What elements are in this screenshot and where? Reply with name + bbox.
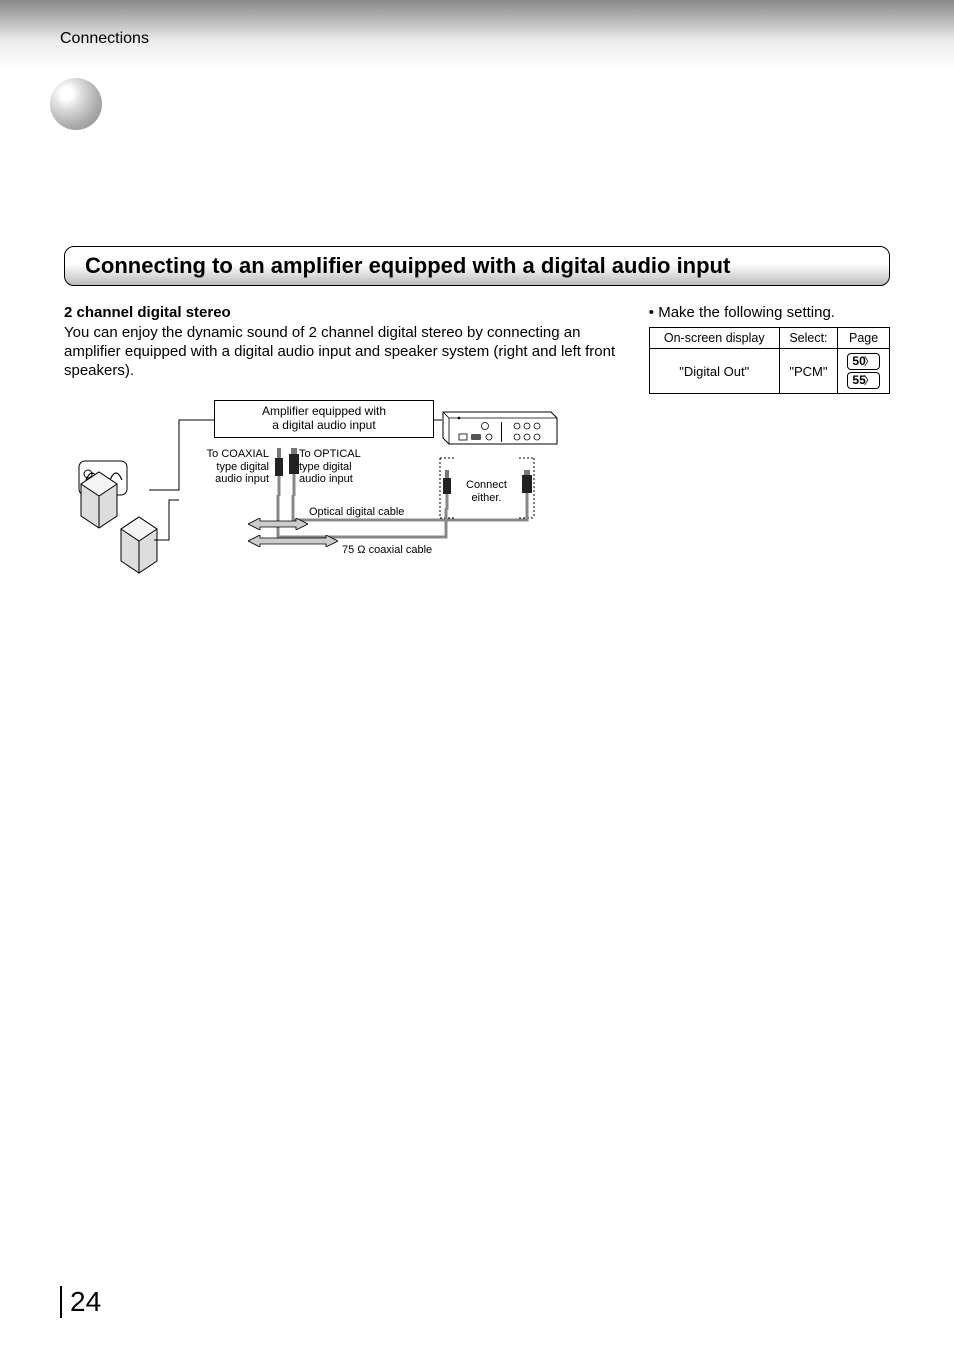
coaxial-label: To COAXIAL type digital audio input <box>194 448 269 486</box>
amp-box-line2: a digital audio input <box>215 419 433 433</box>
th-osd: On-screen display <box>649 328 779 349</box>
optical-plug-left-icon <box>289 448 299 501</box>
td-osd: "Digital Out" <box>649 349 779 394</box>
coaxial-cable-label: 75 Ω coaxial cable <box>342 544 432 556</box>
right-column: Make the following setting. On-screen di… <box>649 304 890 394</box>
title-bar: Connecting to an amplifier equipped with… <box>64 246 890 286</box>
amplifier-rear-panel-icon <box>439 408 559 468</box>
td-page: 50〉 55〉 <box>838 349 890 394</box>
body-text: You can enjoy the dynamic sound of 2 cha… <box>64 324 619 380</box>
th-page: Page <box>838 328 890 349</box>
page-number: 24 <box>60 1286 101 1318</box>
optical-plug-right-icon <box>522 470 532 515</box>
table-header-row: On-screen display Select: Page <box>649 328 889 349</box>
page-badge-50: 50〉 <box>847 353 879 370</box>
coaxial-plug-left-icon <box>274 448 284 501</box>
th-select: Select: <box>779 328 837 349</box>
coaxial-cable-arrow-icon <box>248 534 338 552</box>
title-text: Connecting to an amplifier equipped with… <box>85 253 730 279</box>
td-select: "PCM" <box>779 349 837 394</box>
connect-either-label: Connect either. <box>459 478 514 505</box>
section-header: Connections <box>60 30 149 48</box>
speaker-right-icon <box>119 515 159 575</box>
page-badge-55: 55〉 <box>847 372 879 389</box>
sphere-icon <box>50 78 102 130</box>
table-row: "Digital Out" "PCM" 50〉 55〉 <box>649 349 889 394</box>
connection-diagram: Amplifier equipped with a digital audio … <box>64 400 604 580</box>
optical-cable-arrow-icon <box>248 517 308 535</box>
amp-box-line1: Amplifier equipped with <box>215 405 433 419</box>
settings-table: On-screen display Select: Page "Digital … <box>649 327 890 394</box>
coaxial-plug-right-icon <box>442 470 452 515</box>
bullet-setting: Make the following setting. <box>649 304 890 321</box>
amplifier-label-box: Amplifier equipped with a digital audio … <box>214 400 434 438</box>
optical-label: To OPTICAL type digital audio input <box>299 448 369 486</box>
left-column: 2 channel digital stereo You can enjoy t… <box>64 304 619 394</box>
subheading: 2 channel digital stereo <box>64 304 619 321</box>
optical-cable-label: Optical digital cable <box>309 506 404 518</box>
speaker-left-icon <box>79 470 119 530</box>
